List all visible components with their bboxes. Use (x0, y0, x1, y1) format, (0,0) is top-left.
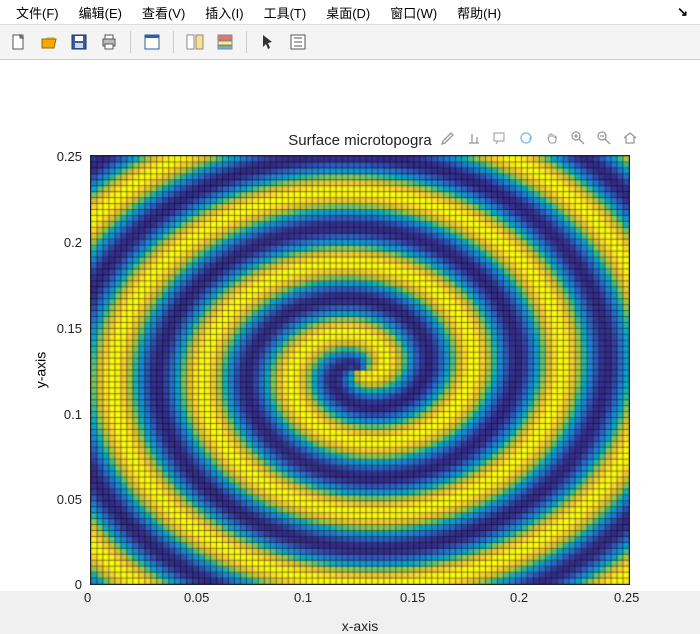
home-icon (622, 130, 638, 146)
save-button[interactable] (66, 29, 92, 55)
save-icon (70, 33, 88, 51)
x-axis-label: x-axis (90, 618, 630, 634)
xtick-5: 0.25 (614, 590, 639, 605)
link-figure-button[interactable] (182, 29, 208, 55)
menu-view[interactable]: 查看(V) (132, 1, 195, 24)
data-tips-icon (492, 130, 508, 146)
xtick-3: 0.15 (400, 590, 425, 605)
pointer-button[interactable] (255, 29, 281, 55)
figure-area: Surface microtopogra 0 0.05 0.1 0.15 0.2… (0, 60, 700, 591)
ytick-0: 0 (75, 577, 82, 592)
xtick-1: 0.05 (184, 590, 209, 605)
data-tips-button[interactable] (490, 128, 510, 148)
zoom-in-button[interactable] (568, 128, 588, 148)
edit-plot-button[interactable] (464, 128, 484, 148)
menu-edit[interactable]: 编辑(E) (69, 1, 132, 24)
rotate3d-button[interactable] (516, 128, 536, 148)
new-figure-button[interactable] (139, 29, 165, 55)
home-button[interactable] (620, 128, 640, 148)
menu-window[interactable]: 窗口(W) (380, 1, 447, 24)
toolbar-separator (130, 31, 131, 53)
panel-icon (186, 33, 204, 51)
axes[interactable] (90, 155, 630, 585)
zoom-out-icon (596, 130, 612, 146)
menu-file[interactable]: 文件(F) (6, 1, 69, 24)
print-icon (100, 33, 118, 51)
menu-tools[interactable]: 工具(T) (254, 1, 317, 24)
open-icon (40, 33, 58, 51)
properties-button[interactable] (285, 29, 311, 55)
edit-plot-icon (466, 130, 482, 146)
dock-arrow-icon[interactable]: ↘ (671, 4, 694, 20)
heatmap-surface (91, 156, 629, 584)
panel2-icon (216, 33, 234, 51)
ytick-2: 0.1 (64, 407, 82, 422)
ytick-4: 0.2 (64, 235, 82, 250)
toolbar-separator (173, 31, 174, 53)
ytick-3: 0.15 (57, 321, 82, 336)
menu-help[interactable]: 帮助(H) (447, 1, 511, 24)
toolbar (0, 25, 700, 60)
rotate3d-icon (518, 130, 534, 146)
pan-icon (544, 130, 560, 146)
menu-insert[interactable]: 插入(I) (195, 1, 253, 24)
pan-button[interactable] (542, 128, 562, 148)
y-axis-label: y-axis (32, 352, 48, 389)
ytick-1: 0.05 (57, 492, 82, 507)
xtick-2: 0.1 (294, 590, 312, 605)
new-file-icon (10, 33, 28, 51)
properties-icon (289, 33, 307, 51)
zoom-out-button[interactable] (594, 128, 614, 148)
print-button[interactable] (96, 29, 122, 55)
pointer-icon (259, 33, 277, 51)
menu-bar: 文件(F) 编辑(E) 查看(V) 插入(I) 工具(T) 桌面(D) 窗口(W… (0, 0, 700, 25)
new-file-button[interactable] (6, 29, 32, 55)
toolbar-separator (246, 31, 247, 53)
figure-tools (438, 128, 640, 148)
ytick-5: 0.25 (57, 149, 82, 164)
menu-desktop[interactable]: 桌面(D) (316, 1, 380, 24)
xtick-4: 0.2 (510, 590, 528, 605)
insert-colorbar-button[interactable] (212, 29, 238, 55)
figure-icon (143, 33, 161, 51)
open-button[interactable] (36, 29, 62, 55)
brush-button[interactable] (438, 128, 458, 148)
zoom-in-icon (570, 130, 586, 146)
y-axis-label-wrap: y-axis (30, 155, 50, 585)
brush-icon (440, 130, 456, 146)
xtick-0: 0 (84, 590, 91, 605)
